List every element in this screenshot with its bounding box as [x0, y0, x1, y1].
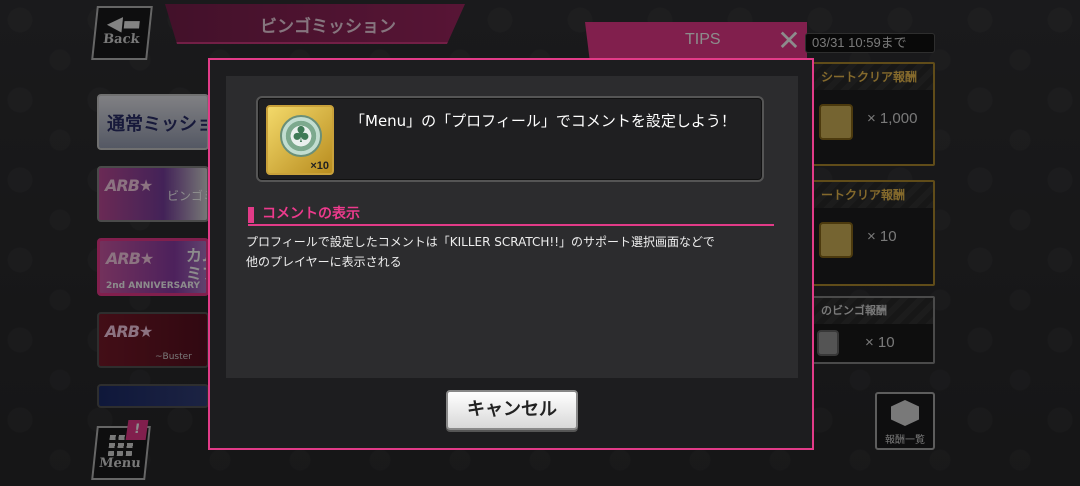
section-body: プロフィールで設定したコメントは「KILLER SCRATCH!!」のサポート選… [246, 232, 786, 272]
tips-dialog-content: ♣ ×10 「Menu」の「プロフィール」でコメントを設定しよう！ コメントの表… [226, 76, 798, 378]
tip-card: ♣ ×10 「Menu」の「プロフィール」でコメントを設定しよう！ [256, 96, 764, 182]
section-marker [248, 207, 254, 223]
tips-dialog: ♣ ×10 「Menu」の「プロフィール」でコメントを設定しよう！ コメントの表… [208, 58, 814, 450]
tip-item-qty: ×10 [310, 160, 329, 172]
section-title: コメントの表示 [262, 206, 360, 222]
section-header: コメントの表示 [248, 202, 774, 226]
section-body-line: 他のプレイヤーに表示される [246, 255, 402, 269]
clover-badge-icon: ♣ ×10 [266, 105, 334, 175]
section-body-line: プロフィールで設定したコメントは「KILLER SCRATCH!!」のサポート選… [246, 235, 715, 249]
cancel-button[interactable]: キャンセル [446, 390, 578, 430]
tip-text: 「Menu」の「プロフィール」でコメントを設定しよう！ [350, 112, 736, 130]
